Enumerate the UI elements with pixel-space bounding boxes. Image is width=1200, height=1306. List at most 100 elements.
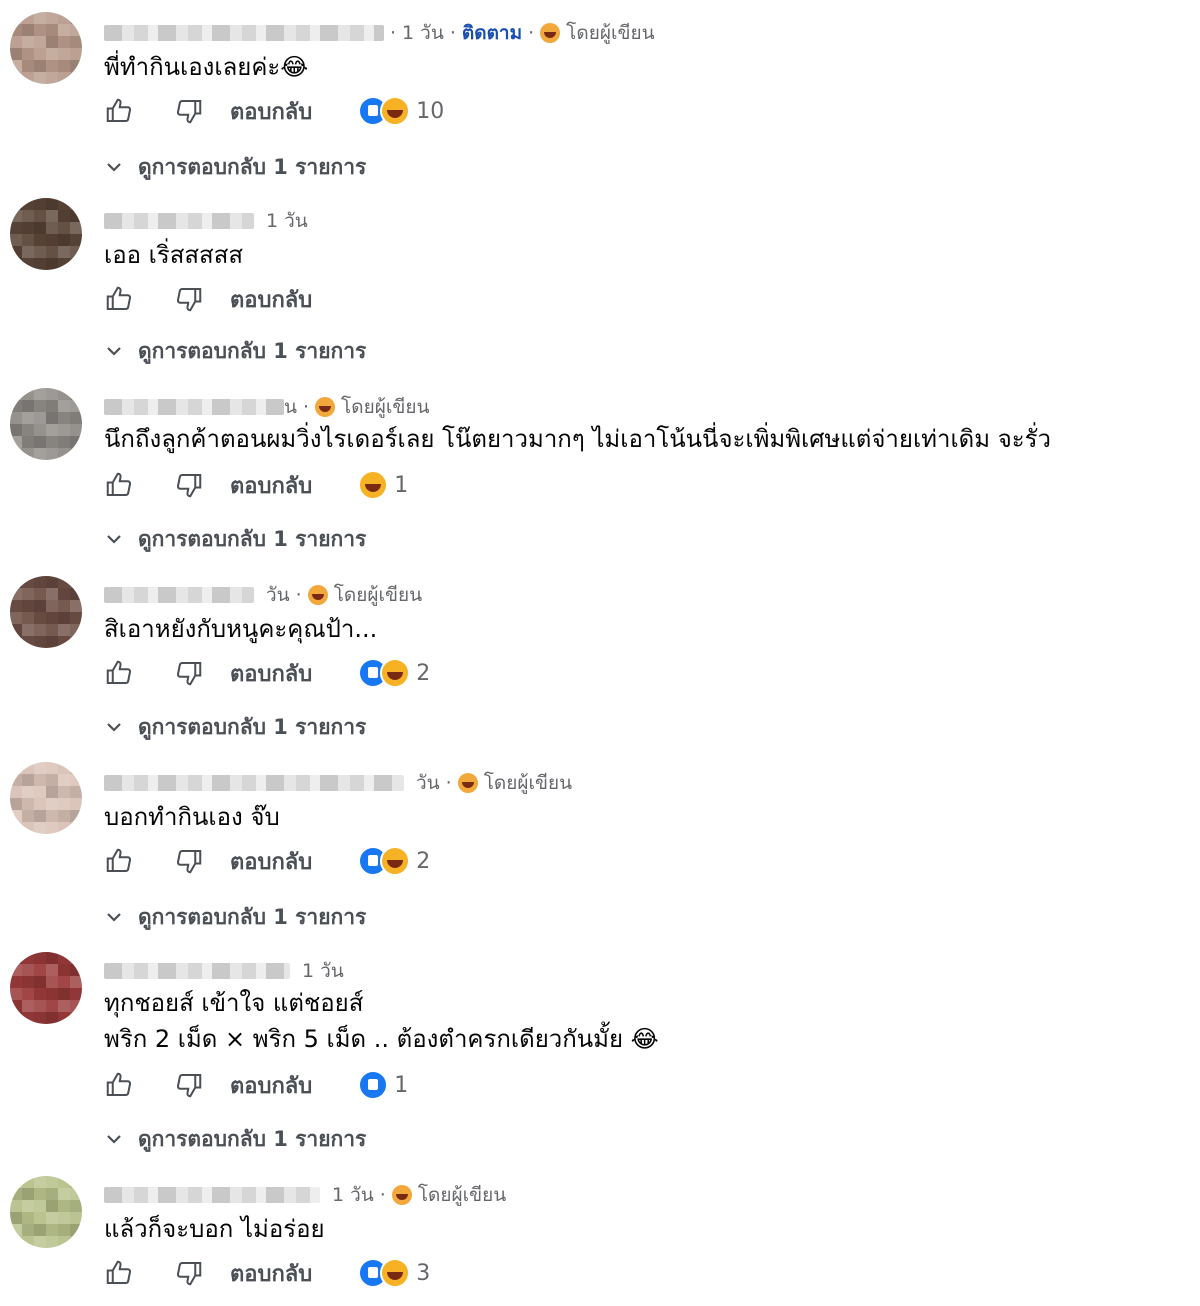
comment-time[interactable]: 1 วัน (266, 206, 308, 236)
chevron-down-icon (107, 535, 121, 544)
like-icon[interactable] (104, 284, 134, 314)
avatar[interactable] (10, 198, 82, 270)
follow-link[interactable]: ติดตาม (462, 18, 522, 48)
reaction-summary[interactable]: 10 (358, 96, 444, 126)
haha-reaction-icon (380, 96, 411, 126)
comment-time[interactable]: วัน (266, 580, 290, 610)
avatar[interactable] (10, 12, 82, 84)
author-reaction-label: โดยผู้เขียน (341, 396, 430, 418)
blurred-username[interactable] (104, 399, 284, 415)
reaction-summary[interactable]: 2 (358, 658, 430, 688)
chevron-down-icon (107, 723, 121, 732)
chevron-down-icon (107, 1135, 121, 1144)
author-reaction-label: โดยผู้เขียน (333, 584, 423, 606)
view-replies-label: ดูการตอบกลับ 1 รายการ (138, 1126, 367, 1151)
blurred-username[interactable] (104, 213, 254, 229)
view-replies-button[interactable]: ดูการตอบกลับ 1 รายการ (104, 336, 366, 366)
chevron-down-icon (107, 913, 121, 922)
reaction-count: 10 (416, 98, 445, 124)
comment-item: วัน · โดยผู้เขียน สิเอาหยังกับหนูคะคุณป้… (0, 564, 1200, 752)
author-reaction-label: โดยผู้เขียน (566, 22, 655, 44)
view-replies-label: ดูการตอบกลับ 1 รายการ (138, 904, 367, 929)
reply-button[interactable]: ตอบกลับ (230, 94, 312, 129)
blurred-username[interactable] (104, 25, 384, 41)
dislike-icon[interactable] (174, 284, 204, 314)
comment-actions: ตอบกลับ 3 (104, 1256, 430, 1290)
blurred-username[interactable] (104, 1187, 320, 1203)
reply-button[interactable]: ตอบกลับ (230, 282, 312, 317)
comment-time[interactable]: วัน (416, 768, 440, 798)
reaction-count: 2 (416, 848, 431, 874)
haha-reaction-icon (380, 1258, 411, 1288)
view-replies-button[interactable]: ดูการตอบกลับ 1 รายการ (104, 902, 366, 932)
haha-reaction-icon (380, 846, 411, 876)
comment-header: 1 วัน · โดยผู้เขียน (104, 1182, 506, 1208)
dislike-icon[interactable] (174, 1258, 204, 1288)
reaction-count: 1 (394, 472, 409, 498)
comment-time[interactable]: 1 วัน (302, 956, 344, 986)
reply-button[interactable]: ตอบกลับ (230, 1256, 312, 1291)
avatar[interactable] (10, 952, 82, 1024)
view-replies-button[interactable]: ดูการตอบกลับ 1 รายการ (104, 152, 366, 182)
view-replies-button[interactable]: ดูการตอบกลับ 1 รายการ (104, 1124, 366, 1154)
comment-text-line-2: พริก 2 เม็ด × พริก 5 เม็ด .. ต้องตำครกเด… (104, 1025, 659, 1053)
like-icon[interactable] (104, 846, 134, 876)
view-replies-button[interactable]: ดูการตอบกลับ 1 รายการ (104, 524, 366, 554)
haha-reaction-icon (358, 470, 389, 500)
haha-emoji-icon (391, 1185, 412, 1205)
dislike-icon[interactable] (174, 658, 204, 688)
comment-time[interactable]: 1 วัน (332, 1180, 374, 1210)
comment-actions: ตอบกลับ 1 (104, 468, 408, 502)
view-replies-label: ดูการตอบกลับ 1 รายการ (138, 154, 367, 179)
comment-item: · 1 วัน · ติดตาม · โดยผู้เขียน พี่ทำกินเ… (0, 0, 1200, 188)
dislike-icon[interactable] (174, 846, 204, 876)
like-icon[interactable] (104, 96, 134, 126)
comment-text: นึกถึงลูกค้าตอนผมวิ่งไรเดอร์เลย โน๊ตยาวม… (104, 425, 1052, 453)
reaction-summary[interactable]: 3 (358, 1258, 430, 1288)
comment-item: 1 วัน เออ เริ่สสสสส ตอบกลับ ดูการตอบกลับ… (0, 188, 1200, 376)
blurred-username[interactable] (104, 587, 254, 603)
dislike-icon[interactable] (174, 96, 204, 126)
comment-text: ทุกชอยส์ เข้าใจ แต่ชอยส์ (104, 989, 364, 1017)
comment-item: 1 วัน ทุกชอยส์ เข้าใจ แต่ชอยส์ พริก 2 เม… (0, 940, 1200, 1162)
reaction-summary[interactable]: 1 (358, 470, 408, 500)
reply-button[interactable]: ตอบกลับ (230, 844, 312, 879)
reaction-summary[interactable]: 1 (358, 1070, 408, 1100)
avatar[interactable] (10, 1176, 82, 1248)
reply-button[interactable]: ตอบกลับ (230, 468, 312, 503)
comment-text: แล้วก็จะบอก ไม่อร่อย (104, 1215, 325, 1243)
reaction-count: 2 (416, 660, 431, 686)
blurred-username[interactable] (104, 963, 290, 979)
comment-actions: ตอบกลับ 2 (104, 844, 430, 878)
comment-header: · 1 วัน · ติดตาม · โดยผู้เขียน (104, 20, 655, 46)
like-reaction-icon (358, 1070, 389, 1100)
like-icon[interactable] (104, 1258, 134, 1288)
comment-item: วัน · โดยผู้เขียน บอกทำกินเอง จ๊บ ตอบกลั… (0, 752, 1200, 940)
reply-button[interactable]: ตอบกลับ (230, 1068, 312, 1103)
avatar[interactable] (10, 576, 82, 648)
comment-item: 1 วัน · โดยผู้เขียน แล้วก็จะบอก ไม่อร่อย… (0, 1164, 1200, 1306)
view-replies-label: ดูการตอบกลับ 1 รายการ (138, 526, 367, 551)
haha-emoji-icon (315, 397, 336, 417)
comment-time[interactable]: 1 วัน (402, 18, 444, 48)
comment-text: สิเอาหยังกับหนูคะคุณป้า... (104, 615, 378, 643)
view-replies-label: ดูการตอบกลับ 1 รายการ (138, 338, 367, 363)
avatar[interactable] (10, 762, 82, 834)
view-replies-button[interactable]: ดูการตอบกลับ 1 รายการ (104, 712, 366, 742)
view-replies-label: ดูการตอบกลับ 1 รายการ (138, 714, 367, 739)
reaction-count: 3 (416, 1260, 431, 1286)
like-icon[interactable] (104, 1070, 134, 1100)
comment-actions: ตอบกลับ 2 (104, 656, 430, 690)
blurred-username[interactable] (104, 775, 404, 791)
dislike-icon[interactable] (174, 470, 204, 500)
reaction-summary[interactable]: 2 (358, 846, 430, 876)
comment-time[interactable]: น (284, 392, 297, 422)
comment-header: 1 วัน (104, 208, 308, 234)
haha-emoji-icon (457, 773, 478, 793)
reply-button[interactable]: ตอบกลับ (230, 656, 312, 691)
chevron-down-icon (107, 163, 121, 172)
avatar[interactable] (10, 388, 82, 460)
like-icon[interactable] (104, 470, 134, 500)
like-icon[interactable] (104, 658, 134, 688)
dislike-icon[interactable] (174, 1070, 204, 1100)
